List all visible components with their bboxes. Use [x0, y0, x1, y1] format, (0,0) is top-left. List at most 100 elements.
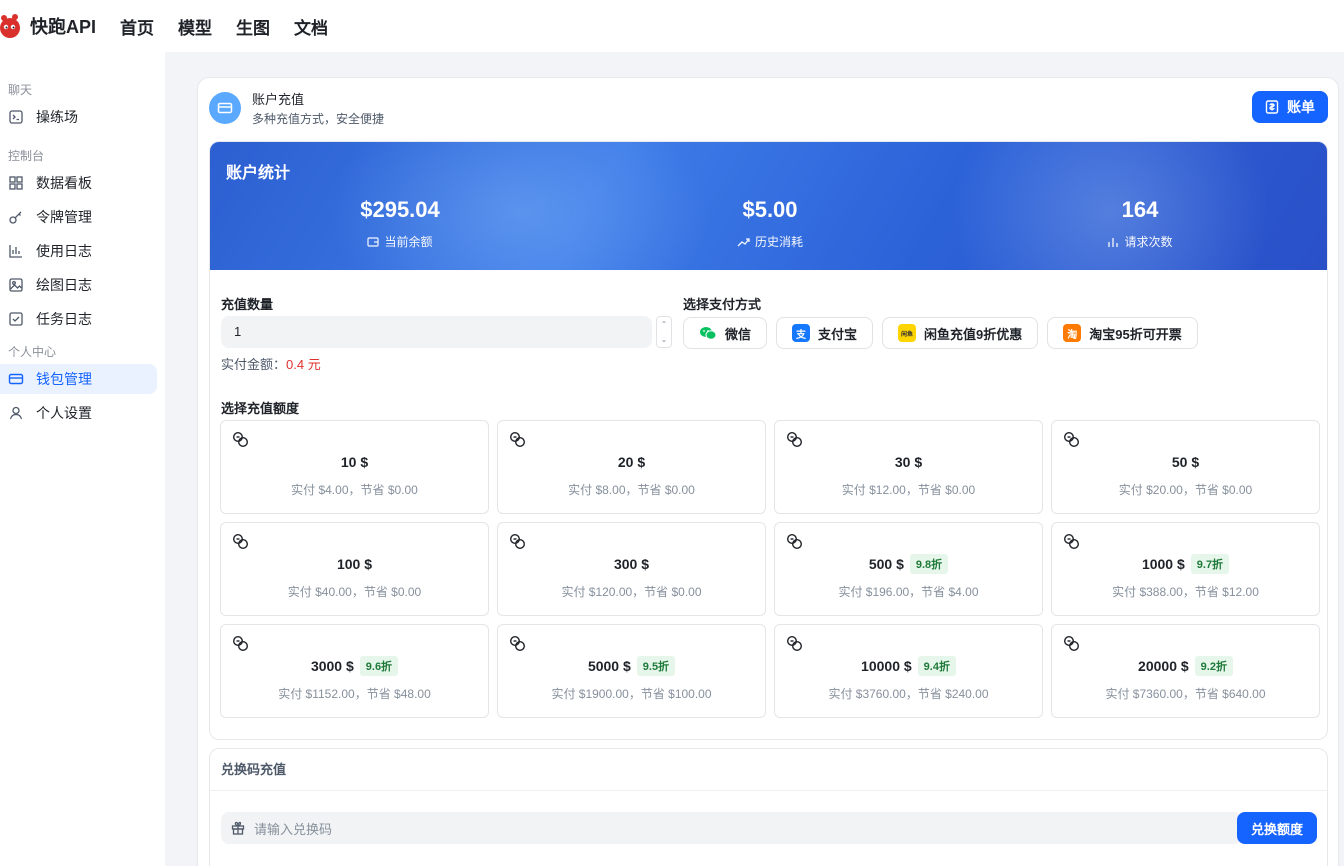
sidebar-item-drawing-log[interactable]: 绘图日志 [0, 270, 157, 300]
pay-taobao-label: 淘宝95折可开票 [1089, 326, 1182, 342]
stat-balance: $295.04 当前余额 [300, 197, 500, 250]
sidebar-item-tokens[interactable]: 令牌管理 [0, 202, 157, 232]
card-header: 账户充值 多种充值方式，安全便捷 账单 [198, 78, 1338, 138]
amount-option[interactable]: 300 $ 实付 $120.00，节省 $0.00 [497, 522, 766, 616]
payment-methods: 微信 支 支付宝 闲鱼 闲鱼充值9折优惠 淘 淘宝95折可开票 [683, 317, 1207, 349]
amount-option[interactable]: 20000 $ 9.2折 实付 $7360.00，节省 $640.00 [1051, 624, 1320, 718]
paid-label: 实付金额： [221, 357, 287, 372]
redeem-button[interactable]: 兑换额度 [1237, 812, 1317, 844]
sidebar-item-label: 令牌管理 [36, 209, 92, 225]
sidebar-item-label: 绘图日志 [36, 277, 92, 293]
page-subtitle: 多种充值方式，安全便捷 [252, 112, 385, 126]
redeem-title: 兑换码充值 [210, 749, 1327, 791]
amount-options-grid: 10 $ 实付 $4.00，节省 $0.00 20 $ 实付 $8.00，节省 $0.… [220, 420, 1320, 718]
trend-up-icon [737, 237, 750, 246]
wallet-icon [367, 236, 380, 247]
option-detail: 实付 $8.00，节省 $0.00 [568, 483, 695, 497]
page-title: 账户充值 [252, 92, 305, 107]
discount-badge: 9.8折 [909, 554, 949, 574]
amount-option[interactable]: 50 $ 实付 $20.00，节省 $0.00 [1051, 420, 1320, 514]
brand-name: 快跑API [30, 17, 97, 37]
coins-icon [786, 533, 803, 550]
quantity-stepper[interactable]: ⌃ ⌄ [656, 316, 672, 348]
coins-icon [232, 533, 249, 550]
checkbox-icon [8, 311, 24, 327]
redeem-placeholder: 请输入兑换码 [254, 821, 333, 837]
option-amount: 3000 $ [310, 658, 354, 674]
sidebar-item-label: 操练场 [36, 109, 78, 125]
sidebar-item-task-log[interactable]: 任务日志 [0, 304, 157, 334]
pay-xianyu-button[interactable]: 闲鱼 闲鱼充值9折优惠 [882, 317, 1039, 349]
sidebar-item-settings[interactable]: 个人设置 [0, 398, 157, 428]
amount-option[interactable]: 100 $ 实付 $40.00，节省 $0.00 [220, 522, 489, 616]
receipt-icon [1265, 100, 1279, 114]
bill-button-label: 账单 [1287, 99, 1315, 115]
option-amount: 1000 $ [1141, 556, 1185, 572]
sidebar-item-label: 数据看板 [36, 175, 92, 191]
gift-icon [231, 821, 245, 835]
amount-option[interactable]: 30 $ 实付 $12.00，节省 $0.00 [774, 420, 1043, 514]
quantity-input[interactable]: 1 [221, 316, 652, 348]
option-detail: 实付 $40.00，节省 $0.00 [287, 585, 422, 599]
pay-alipay-button[interactable]: 支 支付宝 [776, 317, 874, 349]
amount-option[interactable]: 10 $ 实付 $4.00，节省 $0.00 [220, 420, 489, 514]
option-detail: 实付 $1900.00，节省 $100.00 [551, 687, 712, 701]
user-icon [8, 405, 24, 421]
nav-models[interactable]: 模型 [178, 14, 212, 39]
redeem-code-input[interactable]: 请输入兑换码 [221, 812, 1242, 844]
option-amount: 5000 $ [587, 658, 631, 674]
amount-option[interactable]: 20 $ 实付 $8.00，节省 $0.00 [497, 420, 766, 514]
nav-home[interactable]: 首页 [120, 14, 154, 39]
alipay-icon: 支 [792, 324, 811, 342]
option-amount: 30 $ [894, 454, 923, 470]
sidebar-item-wallet[interactable]: 钱包管理 [0, 364, 157, 394]
discount-badge: 9.6折 [359, 656, 399, 676]
chevron-up-icon[interactable]: ⌃ [657, 317, 671, 332]
coins-icon [1063, 533, 1080, 550]
pay-wechat-button[interactable]: 微信 [683, 317, 768, 349]
pay-taobao-button[interactable]: 淘 淘宝95折可开票 [1047, 317, 1198, 349]
requests-label: 请求次数 [1124, 235, 1173, 249]
card-icon [209, 92, 241, 124]
option-detail: 实付 $196.00，节省 $4.00 [838, 585, 979, 599]
image-icon [8, 277, 24, 293]
sidebar-item-playground[interactable]: 操练场 [0, 102, 157, 132]
recharge-card: 账户充值 多种充值方式，安全便捷 账单 账户统计 $295.04 当前余额 $5… [197, 77, 1339, 866]
sidebar-item-label: 钱包管理 [36, 371, 92, 387]
red-creature-logo [0, 14, 20, 38]
main-nav: 首页 模型 生图 文档 [120, 14, 352, 39]
bar-chart-icon [1108, 237, 1119, 247]
stat-spent: $5.00 历史消耗 [670, 197, 870, 250]
payment-label: 选择支付方式 [683, 297, 762, 312]
discount-badge: 9.7折 [1190, 554, 1230, 574]
bill-button[interactable]: 账单 [1252, 91, 1328, 123]
amount-options-label: 选择充值额度 [221, 401, 300, 416]
coins-icon [232, 635, 249, 652]
top-nav-bar: 快跑API 首页 模型 生图 文档 [0, 0, 1344, 52]
wallet-icon [8, 371, 24, 387]
amount-option[interactable]: 3000 $ 9.6折 实付 $1152.00，节省 $48.00 [220, 624, 489, 718]
option-detail: 实付 $12.00，节省 $0.00 [841, 483, 976, 497]
dashboard-icon [8, 175, 24, 191]
sidebar-item-usage-log[interactable]: 使用日志 [0, 236, 157, 266]
discount-badge: 9.4折 [917, 656, 956, 676]
nav-image-gen[interactable]: 生图 [236, 14, 270, 39]
brand[interactable]: 快跑API [0, 12, 96, 40]
option-amount: 50 $ [1171, 454, 1200, 470]
quantity-label: 充值数量 [221, 297, 274, 312]
sidebar-item-dashboard[interactable]: 数据看板 [0, 168, 157, 198]
recharge-panel: 账户统计 $295.04 当前余额 $5.00 历史消耗 164 请求次数 充值… [209, 141, 1328, 740]
option-detail: 实付 $7360.00，节省 $640.00 [1105, 687, 1266, 701]
redeem-section: 兑换码充值 请输入兑换码 兑换额度 [209, 748, 1328, 866]
nav-docs[interactable]: 文档 [294, 14, 328, 39]
amount-option[interactable]: 500 $ 9.8折 实付 $196.00，节省 $4.00 [774, 522, 1043, 616]
amount-option[interactable]: 10000 $ 9.4折 实付 $3760.00，节省 $240.00 [774, 624, 1043, 718]
sidebar-item-label: 使用日志 [36, 243, 92, 259]
amount-option[interactable]: 5000 $ 9.5折 实付 $1900.00，节省 $100.00 [497, 624, 766, 718]
amount-option[interactable]: 1000 $ 9.7折 实付 $388.00，节省 $12.00 [1051, 522, 1320, 616]
coins-icon [1063, 635, 1080, 652]
sidebar-group-personal: 个人中心 [8, 345, 57, 359]
spent-label: 历史消耗 [754, 235, 803, 249]
paid-amount-row: 实付金额：0.4 元 [221, 354, 321, 373]
chevron-down-icon[interactable]: ⌄ [657, 332, 671, 347]
